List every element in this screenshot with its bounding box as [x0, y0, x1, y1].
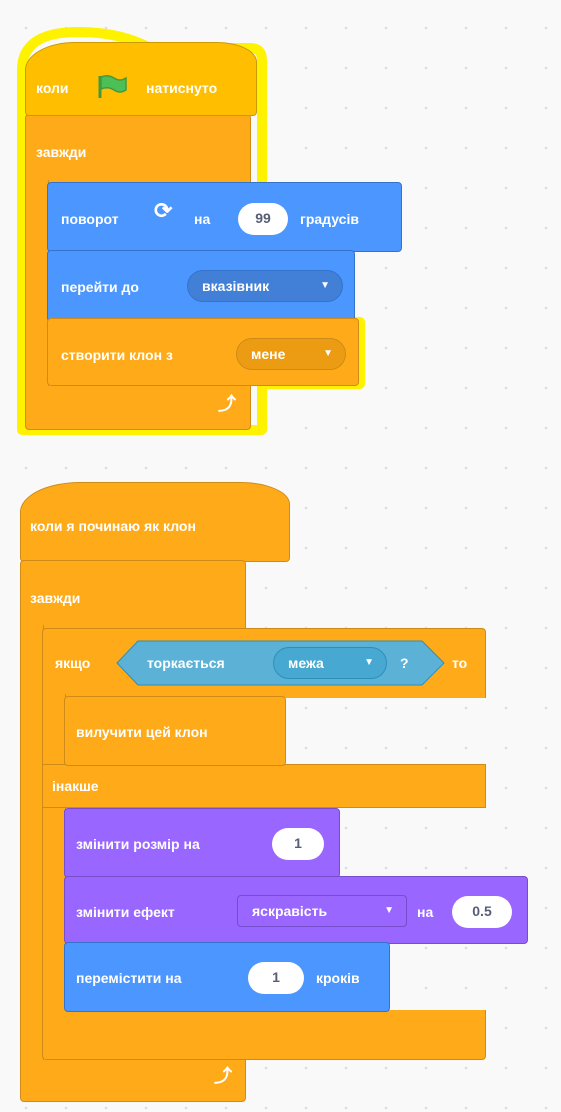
hat-label-before: коли [36, 80, 69, 96]
forever-foot [20, 1060, 246, 1102]
goto-target-dropdown[interactable]: вказівник ▼ [187, 270, 343, 302]
change-effect-label: змінити ефект [76, 904, 175, 920]
change-effect-input[interactable]: 0.5 [452, 896, 512, 928]
if-label: якщо [55, 655, 91, 671]
rotate-clockwise-icon: ⟳ [154, 198, 173, 223]
turn-on-label: на [194, 211, 211, 227]
delete-clone-label: вилучити цей клон [76, 724, 208, 740]
touching-target-dropdown[interactable]: межа ▼ [273, 647, 387, 679]
effect-dropdown[interactable]: яскравість ▼ [237, 895, 407, 927]
chevron-down-icon: ▼ [323, 348, 333, 359]
turn-unit-label: градусів [300, 211, 359, 227]
turn-degrees-input[interactable]: 99 [238, 203, 288, 235]
touching-target-value: межа [288, 655, 324, 671]
forever-arm [20, 625, 44, 1065]
if-else-arm [42, 694, 66, 1044]
touching-label: торкається [147, 655, 225, 671]
change-effect-on-label: на [417, 904, 434, 920]
when-flag-clicked-hat[interactable] [25, 42, 257, 116]
clone-hat-label: коли я починаю як клон [30, 518, 196, 534]
chevron-down-icon: ▼ [364, 657, 374, 668]
chevron-down-icon: ▼ [384, 905, 394, 916]
clone-target-dropdown[interactable]: мене ▼ [236, 338, 346, 370]
loop-arrow-icon: ⤴ [214, 1066, 232, 1086]
forever-label: завжди [30, 590, 81, 606]
change-size-label: змінити розмір на [76, 836, 200, 852]
move-unit-label: кроків [316, 970, 360, 986]
effect-value: яскравість [252, 903, 328, 919]
touching-question-mark: ? [400, 655, 409, 671]
create-clone-label: створити клон з [61, 347, 173, 363]
if-else-foot [42, 1010, 486, 1060]
forever-arm [25, 180, 49, 390]
forever-label: завжди [36, 144, 87, 160]
change-size-input[interactable]: 1 [272, 828, 324, 860]
green-flag-icon [98, 74, 127, 98]
turn-label: поворот [61, 211, 119, 227]
goto-target-value: вказівник [202, 278, 270, 294]
else-label: інакше [52, 778, 99, 794]
else-bar [42, 764, 486, 808]
move-steps-input[interactable]: 1 [248, 962, 304, 994]
then-label: то [452, 655, 468, 671]
hat-label-after: натиснуто [146, 80, 218, 96]
move-label: перемістити на [76, 970, 182, 986]
chevron-down-icon: ▼ [320, 280, 330, 291]
loop-arrow-icon: ⤴ [218, 394, 236, 414]
goto-label: перейти до [61, 279, 139, 295]
clone-target-value: мене [251, 346, 286, 362]
